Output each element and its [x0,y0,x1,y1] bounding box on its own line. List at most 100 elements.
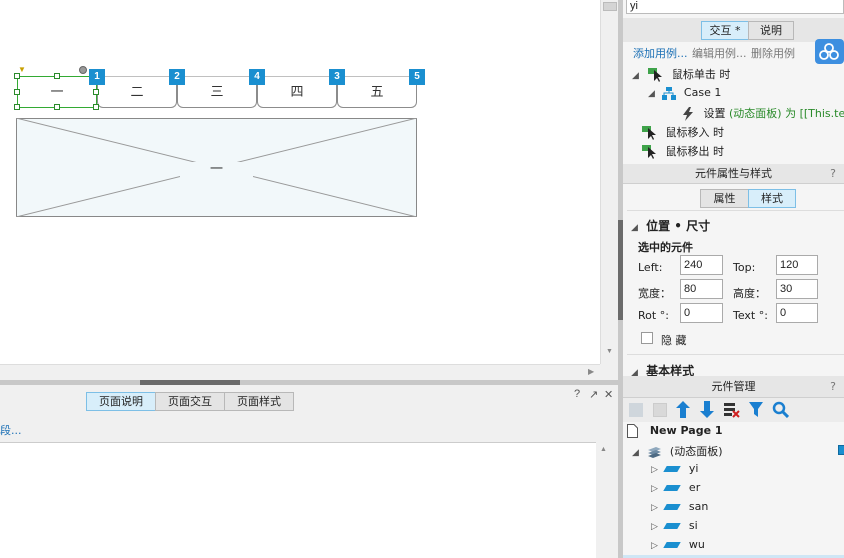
width-label: 宽度： [638,287,671,300]
case-hierarchy-icon [662,86,677,100]
cursor-event-icon [642,126,658,140]
state-icon [663,504,682,510]
rotation-label: Rot °: [638,309,669,322]
case-row[interactable]: ◢ Case 1 [648,86,721,100]
cursor-event-icon [648,68,664,82]
text-rotation-label: Text °: [733,309,768,322]
outline-state-row[interactable]: ▷ wu [651,538,705,551]
tab-page-style[interactable]: 页面样式 [224,392,294,411]
dynamic-panel-label: 一 [16,158,417,177]
expand-triangle-icon[interactable]: ▷ [651,522,658,532]
height-input[interactable]: 30 [776,279,818,299]
tab-widget-4[interactable]: 四 [257,76,337,108]
hidden-checkbox[interactable] [641,332,653,344]
top-input[interactable]: 120 [776,255,818,275]
section-position-size[interactable]: ◢ 位置 • 尺寸 [631,217,710,234]
action-row[interactable]: 设置 (动态面板) 为 [[This.text]] [682,105,844,121]
notes-vertical-scrollbar[interactable]: ▲ [596,442,614,558]
resize-handle[interactable] [14,104,20,110]
left-input[interactable]: 240 [680,255,723,275]
collapse-triangle-icon[interactable]: ◢ [632,448,639,458]
order-badge: 3 [329,69,345,85]
state-icon [663,542,682,548]
anchor-triangle-icon[interactable]: ▼ [18,65,26,74]
move-up-icon[interactable] [676,401,690,418]
help-icon[interactable]: ? [830,376,836,398]
order-badge: 4 [249,69,265,85]
text-rotation-input[interactable]: 0 [776,303,818,323]
tab-widget-3[interactable]: 三 [177,76,257,108]
tab-interactions[interactable]: 交互 * [701,21,749,40]
divider [627,210,844,211]
outline-state-row[interactable]: ▷ san [651,500,708,513]
page-icon [627,424,638,438]
state-icon [663,466,682,472]
rotation-input[interactable]: 0 [680,303,723,323]
outline-page-row[interactable]: New Page 1 [627,424,723,438]
dynamic-panel-icon [646,446,662,458]
scroll-up-icon[interactable]: ▲ [600,446,607,453]
outline-panel-row[interactable]: ◢ (动态面板) [632,443,723,459]
expand-triangle-icon[interactable]: ▷ [651,484,658,494]
event-onmouseenter[interactable]: 鼠标移入 时 [642,124,724,140]
help-icon[interactable]: ? [830,164,836,184]
width-input[interactable]: 80 [680,279,723,299]
canvas-horizontal-scrollbar[interactable]: ▶ [0,364,600,380]
height-label: 高度： [733,287,766,300]
outline-state-row[interactable]: ▷ si [651,519,698,532]
delete-case-link[interactable]: 删除用例 [751,45,795,61]
scroll-right-icon[interactable]: ▶ [588,367,594,376]
edit-case-link[interactable]: 编辑用例... [692,45,747,61]
move-down-icon[interactable] [700,401,714,418]
tab-widget-5[interactable]: 五 [337,76,417,108]
event-onclick[interactable]: ◢ 鼠标单击 时 [632,66,730,82]
cursor-event-icon [642,145,658,159]
resize-handle[interactable] [93,89,99,95]
canvas-vertical-scrollbar[interactable]: ▼ [600,0,620,364]
state-icon [663,523,682,529]
scroll-down-icon[interactable]: ▼ [606,348,613,355]
widget-name-input[interactable]: yi [626,0,844,14]
tab-style[interactable]: 样式 [748,189,796,208]
help-icon[interactable]: ? [574,388,580,400]
event-onmouseleave[interactable]: 鼠标移出 时 [642,143,724,159]
collapse-triangle-icon[interactable]: ◢ [631,223,638,233]
notes-text-area[interactable] [0,442,596,558]
add-field-link[interactable]: 段... [0,422,22,438]
expand-triangle-icon[interactable]: ▷ [651,503,658,513]
tab-properties[interactable]: 属性 [700,189,749,208]
search-icon[interactable] [772,401,789,418]
collapse-triangle-icon[interactable]: ◢ [648,89,655,99]
popout-icon[interactable]: ↗ [589,388,598,401]
lightning-icon [682,107,694,121]
scroll-thumb[interactable] [603,2,617,11]
resize-handle[interactable] [54,104,60,110]
cloud-share-button[interactable] [815,39,844,64]
resize-handle[interactable] [54,73,60,79]
resize-handle[interactable] [14,89,20,95]
expand-triangle-icon[interactable]: ▷ [651,541,658,551]
rotate-handle[interactable] [79,66,87,74]
resize-handle[interactable] [93,104,99,110]
collapse-triangle-icon[interactable]: ◢ [632,71,639,81]
order-badge: 1 [89,69,105,85]
top-label: Top: [733,261,756,274]
expand-triangle-icon[interactable]: ▷ [651,465,658,475]
filter-icon[interactable] [749,402,763,417]
disabled-tool-icon [629,403,643,417]
outline-state-row[interactable]: ▷ er [651,481,700,494]
add-case-link[interactable]: 添加用例... [633,45,688,61]
tab-notes[interactable]: 说明 [748,21,794,40]
tab-page-interactions[interactable]: 页面交互 [155,392,225,411]
selected-widget-label: 选中的元件 [638,241,693,254]
copy-icon [653,403,667,417]
visibility-toggle-icon[interactable] [838,445,844,455]
close-icon[interactable]: ✕ [604,388,613,401]
outline-state-row[interactable]: ▷ yi [651,462,699,475]
delete-layers-icon[interactable] [724,402,740,418]
design-canvas[interactable]: 一 二 三 四 五 1 2 4 3 5 ▼ 一 [0,0,600,364]
splitter-grip[interactable] [618,220,623,320]
left-label: Left: [638,261,663,274]
tab-page-notes[interactable]: 页面说明 [86,392,156,411]
tab-widget-2[interactable]: 二 [97,76,177,108]
